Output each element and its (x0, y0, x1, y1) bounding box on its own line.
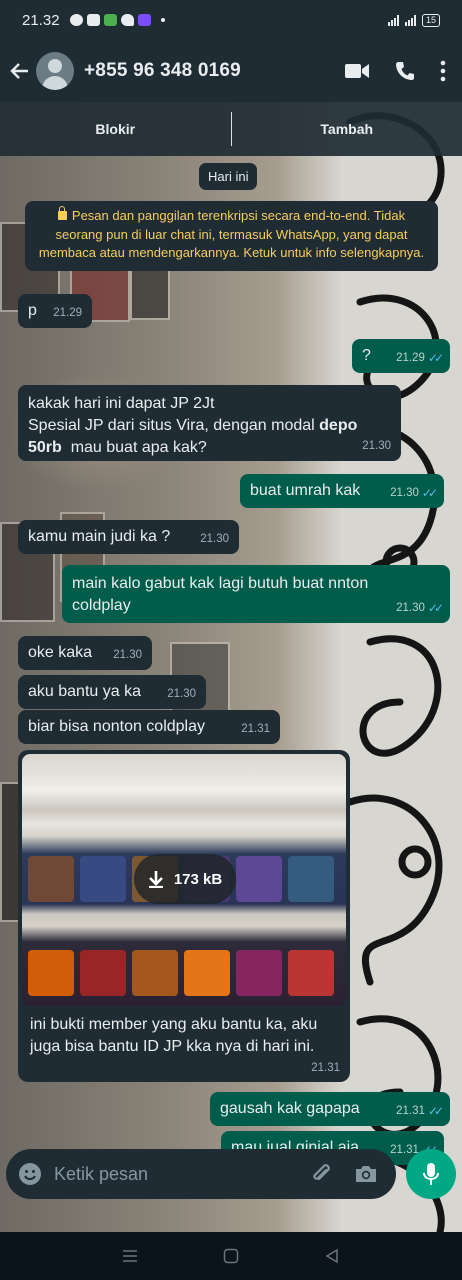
blurred-image-preview[interactable]: 173 kB (22, 754, 346, 1006)
message-outgoing[interactable]: buat umrah kak 21.30 ✓✓ (240, 474, 444, 508)
message-incoming[interactable]: p 21.29 (18, 294, 92, 328)
block-button[interactable]: Blokir (0, 121, 231, 137)
camera-icon[interactable] (354, 1163, 378, 1185)
message-time: 21.30 (362, 440, 391, 452)
message-text: kamu main judi ka ? (28, 528, 171, 545)
message-input-placeholder: Ketik pesan (54, 1163, 149, 1184)
facebook-notification-icon (69, 14, 83, 26)
message-text: oke kaka (28, 644, 93, 661)
message-incoming[interactable]: aku bantu ya ka 21.30 (18, 675, 206, 709)
voice-message-button[interactable] (406, 1149, 456, 1199)
message-time: 21.29 (396, 352, 425, 364)
message-time: 21.29 (53, 307, 82, 319)
message-text: ? (362, 347, 371, 364)
message-text: kakak hari ini dapat JP 2Jt Spesial JP d… (28, 395, 315, 434)
date-chip: Hari ini (199, 163, 258, 190)
image-file-size: 173 kB (173, 870, 223, 888)
nav-back-icon[interactable] (324, 1248, 340, 1264)
mic-icon (423, 1163, 439, 1185)
encryption-notice-text: Pesan dan panggilan terenkripsi secara e… (38, 208, 425, 260)
chat-header: +855 96 348 0169 (0, 40, 462, 102)
message-incoming[interactable]: biar bisa nonton coldplay 21.31 (18, 710, 280, 744)
read-ticks-icon: ✓✓ (427, 1104, 444, 1118)
message-time: 21.30 (200, 533, 229, 545)
nav-menu-icon[interactable] (122, 1249, 138, 1263)
more-notifications-icon (160, 18, 165, 22)
read-ticks-icon: ✓✓ (421, 486, 438, 500)
message-incoming[interactable]: kamu main judi ka ? 21.30 (18, 520, 239, 554)
message-incoming[interactable]: oke kaka 21.30 (18, 636, 152, 670)
contact-name[interactable]: +855 96 348 0169 (84, 60, 241, 82)
message-incoming-image[interactable]: 173 kB ini bukti member yang aku bantu k… (18, 750, 350, 1082)
contact-avatar[interactable] (36, 52, 74, 90)
message-time: 21.30 (167, 688, 196, 700)
signal-1-icon (387, 14, 399, 26)
message-input[interactable]: Ketik pesan (6, 1149, 396, 1199)
message-incoming[interactable]: kakak hari ini dapat JP 2Jt Spesial JP d… (18, 385, 401, 461)
message-text: gausah kak gapapa (220, 1100, 360, 1117)
image-tile (28, 950, 74, 996)
message-time: 21.30 (113, 649, 142, 661)
back-arrow-icon (10, 63, 28, 79)
unknown-contact-bar: Blokir Tambah (0, 102, 462, 156)
image-tile (132, 950, 178, 996)
image-tile (28, 856, 74, 902)
message-time: 21.31 (241, 723, 270, 735)
notification-icons (69, 14, 165, 26)
image-tile (80, 950, 126, 996)
back-button[interactable] (6, 61, 34, 81)
message-time: 21.30 (396, 602, 425, 614)
chat-area[interactable]: Blokir Tambah Hari ini Pesan dan panggil… (0, 102, 462, 1232)
message-text: buat umrah kak (250, 482, 361, 499)
message-text: aku bantu ya ka (28, 683, 141, 700)
image-tile (80, 856, 126, 902)
message-text-end: mau buat apa kak? (61, 439, 207, 456)
encryption-notice[interactable]: Pesan dan panggilan terenkripsi secara e… (25, 201, 438, 271)
image-tile (236, 950, 282, 996)
video-call-icon[interactable] (344, 61, 370, 81)
more-options-icon[interactable] (440, 60, 446, 82)
message-outgoing[interactable]: gausah kak gapapa 21.31 ✓✓ (210, 1092, 450, 1126)
image-caption: ini bukti member yang aku bantu ka, aku … (30, 1016, 318, 1055)
status-time: 21.32 (22, 11, 60, 29)
battery-icon: 15 (421, 13, 440, 27)
message-time: 21.31 (396, 1105, 425, 1117)
message-outgoing[interactable]: main kalo gabut kak lagi butuh buat nnto… (62, 565, 450, 623)
image-tile (288, 856, 334, 902)
lock-icon (57, 206, 67, 220)
download-button[interactable]: 173 kB (134, 854, 236, 904)
image-tile (184, 950, 230, 996)
image-tile (236, 856, 282, 902)
status-bar: 21.32 15 (0, 0, 462, 40)
read-ticks-icon: ✓✓ (427, 601, 444, 615)
twitter-notification-icon (120, 14, 134, 26)
message-time: 21.31 (311, 1062, 340, 1074)
signal-2-icon (404, 14, 416, 26)
message-text: biar bisa nonton coldplay (28, 718, 206, 735)
image-tile (288, 950, 334, 996)
download-icon (148, 871, 163, 888)
message-text: main kalo gabut kak lagi butuh buat nnto… (72, 575, 369, 614)
emoji-icon[interactable] (18, 1162, 42, 1186)
read-ticks-icon: ✓✓ (427, 351, 444, 365)
composer-bar: Ketik pesan (0, 1145, 462, 1232)
youtube-notification-icon (86, 14, 100, 26)
phone-icon[interactable] (394, 60, 416, 82)
message-time: 21.30 (390, 487, 419, 499)
battery-level: 15 (425, 14, 436, 25)
system-nav-bar (0, 1232, 462, 1280)
nav-home-icon[interactable] (223, 1248, 239, 1264)
message-text: p (28, 302, 37, 319)
message-outgoing[interactable]: ? 21.29 ✓✓ (352, 339, 450, 373)
attach-icon[interactable] (310, 1162, 332, 1186)
add-contact-button[interactable]: Tambah (232, 121, 462, 137)
game-notification-icon (137, 14, 151, 26)
app-notification-icon (103, 14, 117, 26)
image-row (28, 950, 334, 996)
